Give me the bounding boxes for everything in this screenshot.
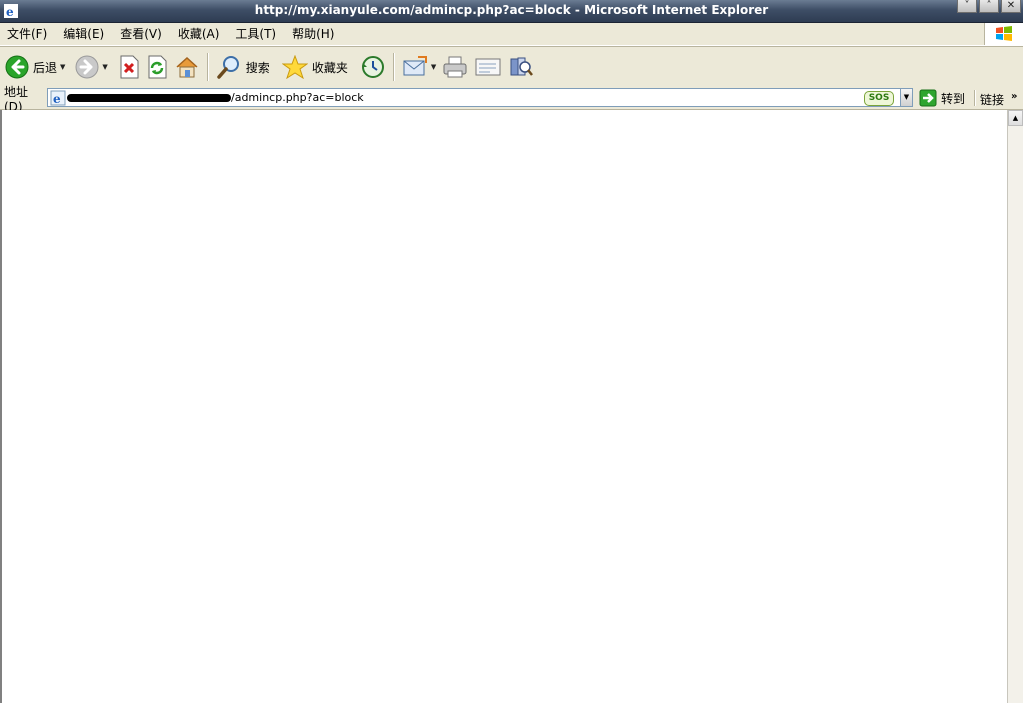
back-button[interactable]: 后退 ▼: [0, 49, 68, 85]
minimize-button[interactable]: ˅: [957, 0, 977, 13]
home-button[interactable]: [171, 49, 203, 85]
links-button[interactable]: 链接: [980, 91, 1004, 108]
back-dropdown-icon[interactable]: ▼: [60, 63, 65, 71]
favorites-label: 收藏夹: [311, 60, 348, 75]
history-button[interactable]: [357, 49, 389, 85]
edit-button[interactable]: [471, 49, 505, 85]
links-more-icon[interactable]: »: [1011, 91, 1017, 102]
history-icon: [361, 56, 384, 78]
menu-file[interactable]: 文件(F): [0, 23, 55, 45]
go-arrow-icon: [919, 89, 937, 107]
page-content[interactable]: [0, 110, 1023, 703]
mail-button[interactable]: ▼: [399, 49, 439, 85]
back-arrow-icon: [5, 55, 29, 79]
back-label: 后退: [33, 60, 58, 75]
maximize-button[interactable]: ˄: [979, 0, 999, 13]
go-label: 转到: [941, 91, 966, 106]
forward-button[interactable]: ▼: [72, 49, 110, 85]
star-icon: [281, 55, 308, 79]
menu-favorites[interactable]: 收藏(A): [170, 23, 228, 45]
redacted-url-part: [67, 94, 231, 102]
research-icon: [510, 57, 534, 76]
address-label: 地址(D): [4, 84, 29, 114]
menu-help[interactable]: 帮助(H): [284, 23, 342, 45]
mail-dropdown-icon[interactable]: ▼: [431, 63, 436, 71]
window-title: http://my.xianyule.com/admincp.php?ac=bl…: [254, 3, 769, 17]
stop-button[interactable]: [115, 49, 143, 85]
address-dropdown-icon[interactable]: ▼: [900, 88, 913, 107]
favorites-button[interactable]: 收藏夹: [279, 49, 351, 85]
search-label: 搜索: [245, 60, 270, 75]
toolbar-separator: [206, 53, 209, 81]
refresh-button[interactable]: [143, 49, 171, 85]
messenger-button[interactable]: [505, 49, 537, 85]
menu-tools[interactable]: 工具(T): [227, 23, 284, 45]
links-separator: [974, 90, 976, 106]
mail-icon: [403, 56, 427, 76]
menu-bar: 文件(F) 编辑(E) 查看(V) 收藏(A) 工具(T) 帮助(H): [0, 23, 1023, 46]
refresh-icon: [148, 55, 167, 79]
page-ie-icon: e: [50, 90, 66, 106]
toolbar-separator: [392, 53, 395, 81]
menu-edit[interactable]: 编辑(E): [55, 23, 112, 45]
search-button[interactable]: 搜索: [213, 49, 273, 85]
title-bar[interactable]: e http://my.xianyule.com/admincp.php?ac=…: [0, 0, 1023, 23]
svg-text:e: e: [53, 92, 61, 106]
print-icon: [443, 56, 467, 78]
toolbar: 后退 ▼ ▼ 搜索 收藏夹 ▼: [0, 46, 1023, 88]
forward-arrow-icon: [75, 55, 99, 79]
address-url: /admincp.php?ac=block: [231, 91, 364, 104]
windows-logo-icon: [984, 23, 1023, 45]
print-button[interactable]: [439, 49, 471, 85]
address-bar: 地址(D) e /admincp.php?ac=block SOS: [0, 85, 1023, 114]
edit-icon: [475, 58, 501, 76]
stop-icon: [120, 55, 139, 79]
go-button[interactable]: 转到: [919, 88, 965, 108]
address-input[interactable]: e /admincp.php?ac=block SOS: [47, 88, 913, 107]
home-icon: [176, 56, 198, 78]
sos-badge[interactable]: SOS: [864, 91, 894, 106]
close-button[interactable]: ✕: [1001, 0, 1021, 13]
scroll-up-icon[interactable]: ▲: [1008, 110, 1023, 126]
menu-view[interactable]: 查看(V): [112, 23, 170, 45]
search-icon: [217, 56, 239, 79]
vertical-scrollbar[interactable]: ▲: [1007, 110, 1023, 703]
forward-dropdown-icon[interactable]: ▼: [102, 63, 107, 71]
